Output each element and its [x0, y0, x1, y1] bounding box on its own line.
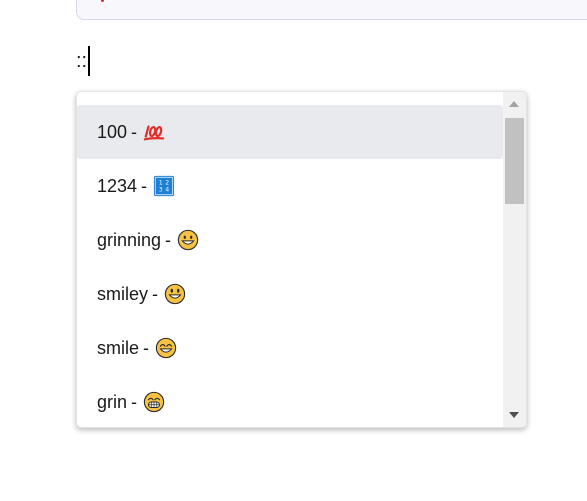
svg-text:2: 2: [165, 180, 169, 187]
popup-scrollbar[interactable]: [503, 92, 526, 427]
suggestion-label: grin: [97, 391, 128, 412]
emoji-suggestion-100[interactable]: 100 -: [77, 105, 503, 159]
emoji-suggestion-grin[interactable]: grin -: [77, 375, 503, 427]
emoji-suggestion-smiley[interactable]: smiley -: [77, 267, 503, 321]
svg-text:3: 3: [159, 187, 163, 194]
emoji-suggestion-smile[interactable]: smile -: [77, 321, 503, 375]
scroll-up-arrow-icon[interactable]: [509, 101, 519, 107]
emoji-autocomplete-popup: 100 - 1234 - 1 2 3 4 grinning - smiley -…: [76, 91, 527, 428]
suggestion-separator: -: [131, 391, 138, 412]
suggestion-label: 1234: [97, 175, 138, 196]
suggestion-label: smiley: [97, 283, 149, 304]
page: :: 100 - 1234 - 1 2 3 4 grinning - smile…: [0, 0, 587, 501]
text-caret: [88, 46, 91, 76]
svg-text:4: 4: [165, 187, 169, 194]
emoji-suggestion-list: 100 - 1234 - 1 2 3 4 grinning - smiley -…: [77, 105, 503, 427]
suggestion-separator: -: [152, 283, 159, 304]
suggestion-label: 100: [97, 121, 128, 142]
suggestion-label: grinning: [97, 229, 162, 250]
grin-face-icon: [143, 391, 165, 413]
suggestion-separator: -: [141, 175, 148, 196]
suggestion-separator: -: [143, 337, 150, 358]
suggestion-separator: -: [131, 121, 138, 142]
svg-text:1: 1: [159, 180, 163, 187]
input-numbers-icon: 1 2 3 4: [153, 175, 175, 197]
suggestion-separator: -: [165, 229, 172, 250]
red-mark: [101, 0, 104, 2]
scroll-down-arrow-icon[interactable]: [509, 412, 519, 418]
smile-face-icon: [155, 337, 177, 359]
editor-typed-text: ::: [76, 50, 88, 72]
smiley-face-icon: [164, 283, 186, 305]
grinning-face-icon: [177, 229, 199, 251]
suggestion-label: smile: [97, 337, 140, 358]
previous-message-card: [76, 0, 587, 20]
emoji-suggestion-grinning[interactable]: grinning -: [77, 213, 503, 267]
scrollbar-thumb[interactable]: [505, 118, 524, 204]
hundred-points-icon: [143, 125, 165, 141]
editor-input[interactable]: ::: [76, 46, 91, 76]
emoji-suggestion-1234[interactable]: 1234 - 1 2 3 4: [77, 159, 503, 213]
